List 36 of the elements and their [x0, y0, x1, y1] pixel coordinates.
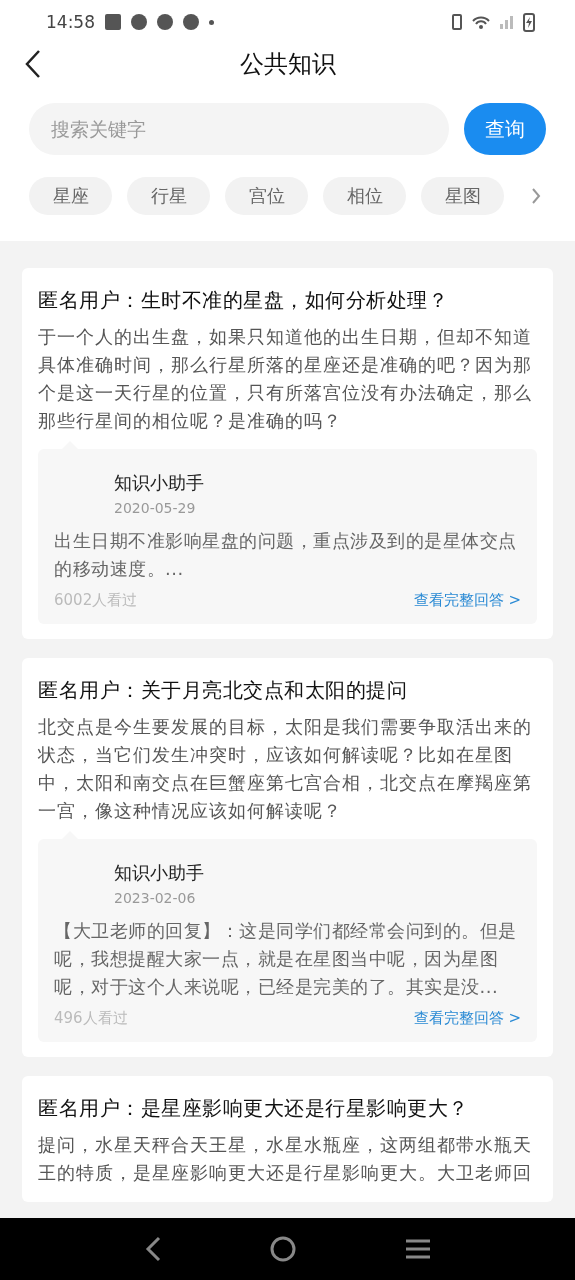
answer-text: 出生日期不准影响星盘的问题，重点涉及到的是星体交点的移动速度。... [54, 529, 518, 581]
answer-author: 知识小助手 [113, 471, 205, 495]
view-count: 496人看过 [54, 1009, 128, 1028]
category-chip[interactable]: 行星 [127, 177, 210, 215]
vibrate-icon [452, 14, 462, 30]
signal-icon [500, 15, 513, 29]
chevron-right-icon[interactable] [531, 187, 541, 205]
category-chip[interactable]: 宫位 [225, 177, 308, 215]
answer-date: 2023-02-06 [113, 889, 197, 907]
search-button[interactable]: 查询 [464, 103, 546, 155]
wifi-icon [472, 15, 490, 29]
question-title: 匿名用户：生时不准的星盘，如何分析处理？ [38, 287, 449, 314]
answer-text: 【大卫老师的回复】：这是同学们都经常会问到的。但是呢，我想提醒大家一点，就是在星图当中呢，因为星图呢，对于这个人来说呢，已经是完美的了。其实是没... [54, 919, 518, 999]
question-text: 北交点是今生要发展的目标，太阳是我们需要争取活出来的状态，当它们发生冲突时，应该如何解读呢？比如在星图中，太阳和南交点在巨蟹座第七宫合相，北交点在摩羯座第一宫，像这种情况应该如何解读呢？ [38, 715, 533, 823]
status-time: 14:58 [46, 12, 95, 32]
home-icon[interactable] [269, 1235, 298, 1263]
view-count: 6002人看过 [54, 591, 138, 610]
question-card[interactable]: 匿名用户：是星座影响更大还是行星影响更大？ 提问，水星天秤合天王星，水星水瓶座，这两组都带水瓶天王的特质，是星座影响更大还是行星影响更大。大卫老师回 [22, 1076, 553, 1202]
question-title: 匿名用户：是星座影响更大还是行星影响更大？ [38, 1095, 470, 1122]
full-answer-link[interactable]: 查看完整回答 > [413, 1009, 521, 1028]
answer-date: 2020-05-29 [113, 499, 197, 517]
back-icon[interactable] [24, 49, 42, 79]
search-field[interactable]: 搜索关键字 [29, 103, 449, 155]
dot-icon [209, 19, 214, 25]
category-chip[interactable]: 星座 [29, 177, 112, 215]
question-title: 匿名用户：关于月亮北交点和太阳的提问 [38, 677, 408, 704]
page-title: 公共知识 [239, 49, 336, 80]
category-chip[interactable]: 相位 [323, 177, 406, 215]
full-answer-link[interactable]: 查看完整回答 > [413, 591, 521, 610]
answer-author: 知识小助手 [113, 861, 205, 885]
question-card[interactable]: 匿名用户：生时不准的星盘，如何分析处理？ 于一个人的出生盘，如果只知道他的出生日期，但却不知道具体准确时间，那么行星所落的星座还是准确的吧？因为那个是这一天行星的位置，只有所落宫位没有办法确定，那么那些行星间的相位呢？是准确的吗？ 知识小助手 2020-05-29 出生日期不准影响星盘的问题，重点涉及到的是星体交点的移动速度。... 6002人看过 查看完整回答 > [22, 268, 553, 639]
category-chip[interactable]: 星图 [421, 177, 504, 215]
question-text: 于一个人的出生盘，如果只知道他的出生日期，但却不知道具体准确时间，那么行星所落的星座还是准确的吧？因为那个是这一天行星的位置，只有所落宫位没有办法确定，那么那些行星间的相位呢？是准确的吗？ [38, 325, 533, 433]
menu-icon[interactable] [403, 1238, 432, 1260]
question-text: 提问，水星天秤合天王星，水星水瓶座，这两组都带水瓶天王的特质，是星座影响更大还是行星影响更大。大卫老师回 [38, 1133, 533, 1185]
battery-icon [523, 12, 535, 32]
